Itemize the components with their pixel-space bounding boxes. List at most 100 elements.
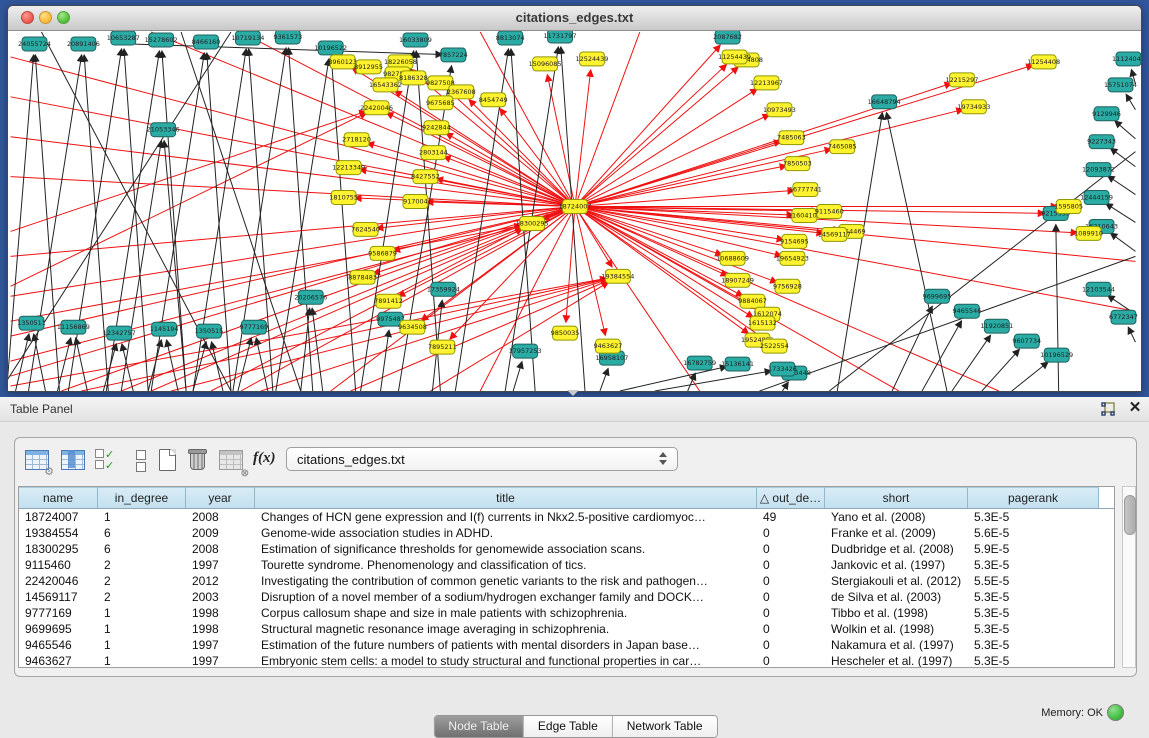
graph-node[interactable]: 15136141	[721, 357, 754, 371]
graph-edge[interactable]	[121, 141, 161, 391]
graph-node[interactable]: 16543362	[369, 78, 402, 92]
graph-edge[interactable]	[8, 55, 34, 391]
close-icon[interactable]: ✕	[1127, 399, 1143, 417]
graph-node[interactable]: 8454749	[479, 93, 508, 107]
graph-node[interactable]: 2087682	[713, 31, 742, 44]
graph-node[interactable]: 9756928	[773, 279, 802, 293]
graph-node[interactable]: 7485063	[777, 131, 806, 145]
graph-node[interactable]: 9463627	[594, 339, 623, 353]
graph-edge[interactable]	[829, 152, 1135, 391]
graph-edge[interactable]	[381, 330, 389, 391]
graph-node[interactable]: 17359924	[427, 282, 460, 296]
graph-node[interactable]: 21053346	[147, 123, 180, 137]
graph-node[interactable]: 1145194	[150, 322, 179, 336]
graph-edge[interactable]	[1110, 148, 1135, 166]
table-selector-dropdown[interactable]: citations_edges.txt	[286, 447, 678, 471]
graph-edge[interactable]	[1128, 327, 1135, 342]
graph-node[interactable]: 9154695	[780, 234, 809, 248]
float-window-icon[interactable]	[1100, 401, 1116, 417]
graph-edge[interactable]	[1012, 362, 1048, 391]
graph-node[interactable]: 2803144	[419, 146, 448, 160]
column-header-pagerank[interactable]: pagerank	[968, 487, 1099, 508]
graph-edge[interactable]	[575, 207, 782, 256]
graph-edge[interactable]	[212, 342, 223, 391]
function-builder-icon[interactable]: f(x)	[253, 446, 281, 474]
column-header-name[interactable]: name	[19, 487, 98, 508]
graph-edge[interactable]	[480, 32, 575, 207]
table-row[interactable]: 977716911998Corpus callosum shape and si…	[19, 605, 1114, 621]
graph-edge[interactable]	[448, 90, 575, 206]
graph-edge[interactable]	[289, 48, 313, 391]
graph-edge[interactable]	[886, 113, 946, 391]
graph-edge[interactable]	[373, 207, 575, 274]
graph-edge[interactable]	[1126, 94, 1135, 110]
graph-edge[interactable]	[982, 349, 1020, 391]
graph-node[interactable]: 7895211	[428, 340, 457, 354]
graph-node[interactable]: 20891406	[67, 37, 100, 51]
graph-node[interactable]: 10973493	[763, 103, 796, 117]
graph-node[interactable]: 11156869	[57, 320, 90, 334]
graph-node[interactable]: 10196529	[1040, 348, 1073, 362]
window-titlebar[interactable]: citations_edges.txt	[8, 6, 1141, 31]
graph-node[interactable]: 15278602	[145, 33, 178, 47]
graph-edge[interactable]	[11, 207, 575, 337]
graph-node[interactable]: 9129946	[1092, 107, 1121, 121]
graph-node[interactable]: 7465085	[828, 140, 857, 154]
graph-node[interactable]: 20206576	[294, 290, 327, 304]
graph-node[interactable]: 12213349	[332, 161, 365, 175]
graph-node[interactable]: 9361573	[273, 31, 302, 44]
graph-edge[interactable]	[892, 306, 932, 391]
graph-edge[interactable]	[151, 53, 204, 391]
graph-edge[interactable]	[1110, 233, 1135, 251]
new-table-icon[interactable]	[155, 446, 183, 474]
column-header-in_degree[interactable]: in_degree	[98, 487, 186, 508]
graph-node[interactable]: 18300295	[516, 216, 549, 230]
graph-edge[interactable]	[575, 67, 738, 206]
graph-node[interactable]: 7891412	[374, 294, 403, 308]
network-canvas[interactable]: 2405572420891406106532871527860284661601…	[8, 31, 1141, 391]
graph-node[interactable]: 9777169	[239, 320, 268, 334]
graph-node[interactable]: 10719134	[231, 31, 264, 45]
graph-node[interactable]: 12444159	[1080, 191, 1113, 205]
graph-edge[interactable]	[76, 338, 88, 391]
delete-icon[interactable]	[185, 446, 213, 474]
graph-edge[interactable]	[600, 368, 608, 391]
graph-edge[interactable]	[655, 371, 772, 391]
graph-node[interactable]: 9634508	[398, 320, 427, 334]
graph-node[interactable]: 2522554	[760, 339, 789, 353]
graph-node[interactable]: 12342757	[103, 326, 136, 340]
graph-node[interactable]: 9115460	[815, 205, 844, 219]
graph-node[interactable]: 1615132	[748, 316, 777, 330]
graph-node[interactable]: 9850035	[551, 326, 580, 340]
graph-edge[interactable]	[233, 48, 286, 391]
graph-node[interactable]: 16777741	[789, 183, 822, 197]
graph-node[interactable]: 11731797	[544, 31, 577, 43]
graph-node[interactable]: 16648794	[868, 95, 901, 109]
graph-node[interactable]: 19384554	[601, 269, 634, 283]
graph-edge[interactable]	[1108, 176, 1136, 195]
graph-node[interactable]: 7624540	[351, 222, 380, 236]
graph-edge[interactable]	[450, 207, 575, 340]
graph-node[interactable]: 8912955	[354, 60, 383, 74]
table-row[interactable]: 946554611997Estimation of the future num…	[19, 637, 1114, 653]
graph-node[interactable]: 14569117	[818, 227, 851, 241]
graph-edge[interactable]	[575, 64, 727, 206]
table-vertical-scrollbar[interactable]	[1122, 486, 1136, 668]
graph-edge[interactable]	[162, 51, 186, 391]
graph-edge[interactable]	[922, 321, 961, 391]
graph-node[interactable]: 10653287	[107, 31, 140, 45]
select-all-icon[interactable]: ✓✓	[95, 449, 123, 477]
column-header-out_de[interactable]: △ out_de…	[757, 487, 825, 508]
graph-edge[interactable]	[34, 334, 46, 391]
graph-node[interactable]: 12103544	[1082, 282, 1115, 296]
table-row[interactable]: 2242004622012Investigating the contribut…	[19, 573, 1114, 589]
graph-node[interactable]: 6772347	[1109, 310, 1138, 324]
graph-node[interactable]: 12213967	[750, 76, 783, 90]
graph-node[interactable]: 8813074	[496, 31, 525, 45]
graph-node[interactable]: 9242844	[422, 121, 451, 135]
network-canvas-svg[interactable]: 2405572420891406106532871527860284661601…	[8, 31, 1141, 391]
graph-node[interactable]: 10688609	[716, 251, 749, 265]
graph-node[interactable]: 8878483	[348, 270, 377, 284]
graph-edge[interactable]	[1056, 224, 1059, 391]
panel-divider-grip[interactable]	[567, 390, 579, 396]
